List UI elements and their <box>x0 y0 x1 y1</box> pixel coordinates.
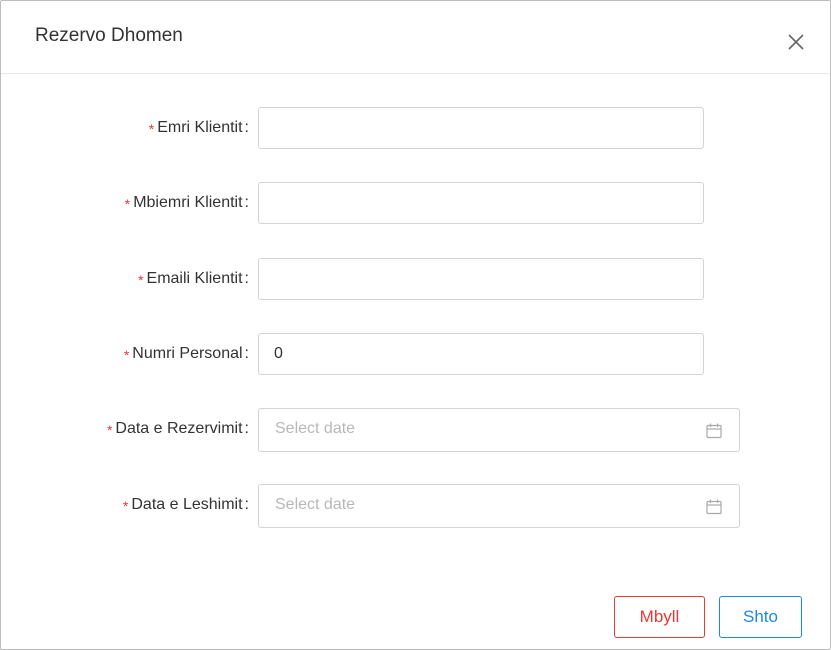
form-row-data-rezervimit: * Data e Rezervimit: Select date <box>1 408 830 452</box>
form-row-data-leshimit: * Data e Leshimit: Select date <box>1 484 830 528</box>
emaili-klientit-input[interactable] <box>258 258 704 300</box>
required-mark: * <box>138 272 144 288</box>
mbiemri-klientit-input[interactable] <box>258 182 704 224</box>
modal-title: Rezervo Dhomen <box>35 25 183 46</box>
form-row-numri: * Numri Personal: <box>1 333 830 377</box>
required-mark: * <box>123 347 130 363</box>
field-label-data-leshimit: * Data e Leshimit: <box>122 496 249 514</box>
modal-header: Rezervo Dhomen <box>1 1 830 74</box>
mbyll-button[interactable]: Mbyll <box>614 596 705 638</box>
calendar-icon[interactable] <box>705 422 723 440</box>
calendar-icon[interactable] <box>705 498 723 516</box>
required-mark: * <box>106 422 113 438</box>
close-icon[interactable] <box>784 30 808 54</box>
required-mark: * <box>124 196 131 212</box>
form-row-email: * Emaili Klientit: <box>1 258 830 302</box>
shto-button[interactable]: Shto <box>719 596 802 638</box>
form-row-emri: * Emri Klientit: <box>1 107 830 151</box>
reservation-modal: Rezervo Dhomen * Emri Klientit: * Mbiemri … <box>0 0 831 650</box>
field-label-email: * Emaili Klientit: <box>138 270 249 288</box>
data-leshimit-datepicker[interactable]: Select date <box>258 484 740 528</box>
numri-personal-input[interactable] <box>258 333 704 375</box>
data-rezervimit-datepicker[interactable]: Select date <box>258 408 740 452</box>
emri-klientit-input[interactable] <box>258 107 704 149</box>
required-mark: * <box>148 121 155 137</box>
required-mark: * <box>122 498 129 514</box>
field-label-numri: * Numri Personal: <box>123 345 249 363</box>
date-placeholder: Select date <box>275 496 356 513</box>
field-label-data-rezervimit: * Data e Rezervimit: <box>106 420 249 438</box>
field-label-emri: * Emri Klientit: <box>148 119 249 137</box>
date-placeholder: Select date <box>275 420 356 437</box>
field-label-mbiemri: * Mbiemri Klientit: <box>124 194 249 212</box>
form-row-mbiemri: * Mbiemri Klientit: <box>1 182 830 226</box>
